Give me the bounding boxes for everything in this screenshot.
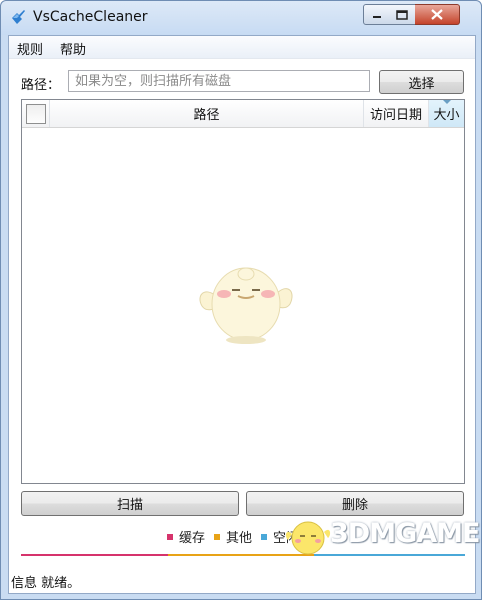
legend-other: 其他 [214,527,252,546]
legend-cache: 缓存 [167,527,205,546]
client-area: 规则 帮助 路径： 选择 路径 访问日期 大小 [8,35,476,594]
minimize-icon [373,15,381,18]
list-header: 路径 访问日期 大小 [22,100,464,128]
menu-rules[interactable]: 规则 [17,39,43,58]
watermark-mascot-icon [285,521,331,555]
window-title: VsCacheCleaner [33,9,148,25]
status-label: 信息 [11,576,38,591]
legend-other-label: 其他 [226,531,253,546]
close-icon [431,9,443,20]
column-size[interactable]: 大小 [429,100,464,127]
select-all-column [22,100,50,127]
watermark-text: 3DMGAME [330,518,480,549]
usage-segment-cache [21,554,168,556]
scan-button[interactable]: 扫描 [21,491,239,516]
status-text: 就绪。 [41,576,81,591]
maximize-icon [396,9,408,20]
path-label: 路径： [21,78,61,93]
column-access-date[interactable]: 访问日期 [364,100,429,127]
legend-free-swatch [261,533,267,540]
legend-cache-swatch [167,533,173,540]
maximize-button[interactable] [389,4,416,25]
status-bar: 信息 就绪。 [11,572,80,591]
legend-other-swatch [214,533,220,540]
select-all-checkbox[interactable] [25,103,46,124]
close-button[interactable] [415,4,460,25]
legend-cache-label: 缓存 [179,531,206,546]
column-path[interactable]: 路径 [50,100,364,127]
title-bar[interactable]: VsCacheCleaner [1,1,481,35]
app-icon [12,10,25,24]
empty-mascot-icon [199,267,293,344]
watermark: 3DMGAME [280,516,480,556]
menu-bar: 规则 帮助 [9,36,475,59]
delete-button[interactable]: 删除 [246,491,464,516]
app-window: VsCacheCleaner 规则 帮助 路径： 选择 路径 访问日期 [0,0,482,600]
cache-list[interactable]: 路径 访问日期 大小 [21,99,465,484]
menu-help[interactable]: 帮助 [60,39,86,58]
minimize-button[interactable] [363,4,391,25]
path-input[interactable] [68,70,370,92]
select-button[interactable]: 选择 [379,70,464,94]
column-size-label: 大小 [433,108,460,123]
sort-arrow-icon [443,100,451,104]
